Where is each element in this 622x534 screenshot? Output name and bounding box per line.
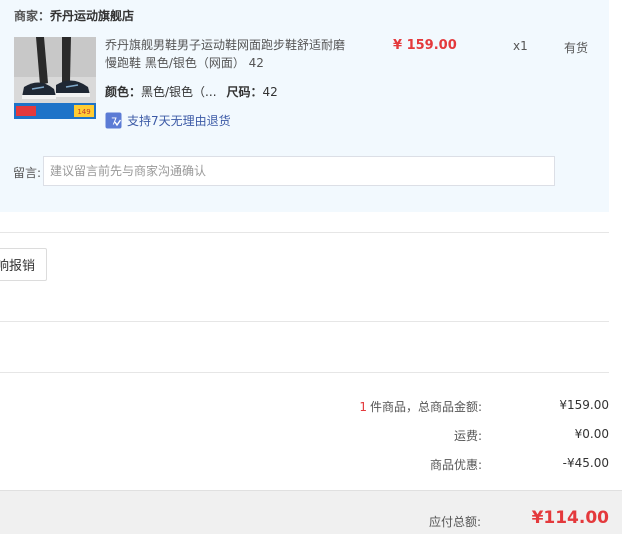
divider	[0, 232, 609, 233]
shop-name: 商家：乔丹运动旗舰店	[14, 7, 134, 24]
color-value: 黑色/银色（...	[141, 85, 217, 99]
product-thumbnail[interactable]: 149	[14, 37, 96, 119]
summary-items-label: 1 件商品，总商品金额:	[359, 400, 482, 414]
svg-text:7: 7	[111, 117, 117, 128]
divider	[0, 372, 609, 373]
image-price-tag: 149	[77, 108, 90, 116]
discount-value: -¥45.00	[562, 456, 609, 470]
shoe-photo-icon: 149	[14, 37, 96, 119]
summary-items-row: 1 件商品，总商品金额: ¥159.00	[0, 398, 609, 416]
summary-shipping-row: 运费: ¥0.00	[0, 427, 609, 445]
summary-discount-row: 商品优惠: -¥45.00	[0, 456, 609, 474]
order-shop-block: 商家：乔丹运动旗舰店 149 乔丹旗舰男鞋男子运动鞋网面跑步鞋舒适耐磨慢跑鞋 黑…	[0, 0, 609, 212]
product-price: ¥ 159.00	[393, 38, 457, 53]
shop-name-value[interactable]: 乔丹运动旗舰店	[50, 9, 134, 23]
size-value: 42	[262, 85, 278, 99]
product-title[interactable]: 乔丹旗舰男鞋男子运动鞋网面跑步鞋舒适耐磨慢跑鞋 黑色/银色（网面） 42	[105, 36, 355, 72]
seller-note-input[interactable]	[43, 156, 555, 186]
discount-label: 商品优惠:	[429, 458, 482, 472]
divider	[0, 321, 609, 322]
seven-day-return-icon: 7	[105, 112, 122, 129]
product-attributes: 颜色：黑色/银色（... 尺码：42	[105, 83, 278, 100]
total-value: ¥114.00	[531, 508, 609, 528]
total-bar: 应付总额: ¥114.00	[0, 490, 622, 534]
summary-items-value: ¥159.00	[559, 398, 609, 412]
invoice-button[interactable]: 响报销	[0, 248, 47, 281]
stock-status: 有货	[564, 41, 589, 55]
return-policy: 7 支持7天无理由退货	[105, 112, 231, 129]
color-label: 颜色：	[105, 85, 142, 99]
product-quantity: x1	[513, 39, 528, 53]
shipping-label: 运费:	[453, 429, 482, 443]
shipping-value: ¥0.00	[574, 427, 609, 441]
total-label: 应付总额:	[428, 515, 481, 529]
note-label: 留言:	[13, 166, 42, 180]
size-label: 尺码：	[226, 85, 263, 99]
item-count: 1	[359, 400, 367, 414]
return-policy-text: 支持7天无理由退货	[127, 114, 231, 128]
shop-label: 商家：	[14, 9, 51, 23]
